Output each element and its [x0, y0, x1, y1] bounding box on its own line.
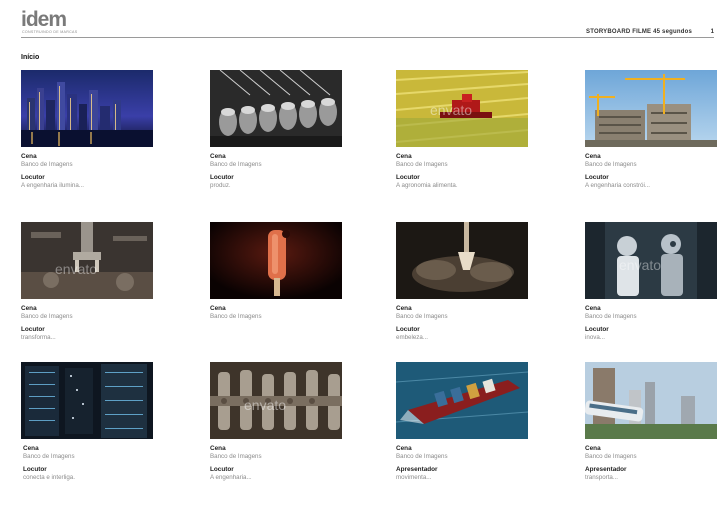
voice-text: embeleza...: [396, 334, 428, 341]
scene-label: Cena: [21, 153, 37, 160]
scene-value: Banco de Imagens: [210, 453, 262, 460]
voice-label: Locutor: [210, 466, 234, 473]
voice-label: Locutor: [396, 326, 420, 333]
scene-label: Cena: [23, 445, 39, 452]
voice-text: A engenharia constrói...: [585, 182, 651, 189]
construction-site-image: [585, 70, 717, 147]
scene-value: Banco de Imagens: [396, 453, 448, 460]
city-skyline-image: [21, 70, 153, 147]
scene-label: Cena: [210, 445, 226, 452]
voice-text: inova...: [585, 334, 605, 341]
scene-value: Banco de Imagens: [23, 453, 75, 460]
voice-label: Locutor: [396, 174, 420, 181]
logo-tagline: CONSTRUINDO DE MARCAS: [22, 30, 78, 34]
lab-robots-image: envato: [585, 222, 717, 299]
voice-label: Apresentador: [585, 466, 627, 473]
voice-label: Locutor: [585, 174, 609, 181]
voice-label: Locutor: [585, 326, 609, 333]
voice-text: A agronomia alimenta.: [396, 182, 458, 189]
voice-text: transporta...: [585, 474, 619, 481]
voice-text: produz.: [210, 182, 231, 189]
monorail-city-image: [585, 362, 717, 439]
cargo-ship-image: [396, 362, 528, 439]
voice-text: conecta e interliga.: [23, 474, 75, 481]
scene-label: Cena: [585, 153, 601, 160]
scene-label: Cena: [585, 305, 601, 312]
ice-cream-image: [210, 222, 342, 299]
scene-value: Banco de Imagens: [21, 161, 73, 168]
scene-label: Cena: [396, 305, 412, 312]
scene-value: Banco de Imagens: [396, 161, 448, 168]
scene-value: Banco de Imagens: [210, 313, 262, 320]
robotic-arm-image: envato: [21, 222, 153, 299]
voice-label: Locutor: [23, 466, 47, 473]
voice-label: Locutor: [21, 326, 45, 333]
scene-label: Cena: [210, 153, 226, 160]
voice-text: movimenta...: [396, 474, 432, 481]
voice-text: A engenharia ilumina...: [21, 182, 84, 189]
scene-label: Cena: [21, 305, 37, 312]
cans-production-image: [210, 70, 342, 147]
scene-label: Cena: [210, 305, 226, 312]
scene-value: Banco de Imagens: [21, 313, 73, 320]
page-header: idem CONSTRUINDO DE MARCAS STORYBOARD FI…: [21, 8, 714, 38]
idem-logo: idem: [21, 8, 67, 31]
scene-value: Banco de Imagens: [210, 161, 262, 168]
voice-label: Locutor: [21, 174, 45, 181]
voice-text: A engenharia...: [210, 474, 252, 481]
document-title: STORYBOARD FILME 45 segundos: [586, 29, 692, 35]
scene-value: Banco de Imagens: [585, 313, 637, 320]
server-room-image: [21, 362, 153, 439]
engine-gears-image: envato: [210, 362, 342, 439]
harvester-field-image: envato: [396, 70, 528, 147]
voice-label: Apresentador: [396, 466, 438, 473]
scene-value: Banco de Imagens: [585, 161, 637, 168]
makeup-brush-image: [396, 222, 528, 299]
page-number: 1: [710, 29, 714, 35]
section-title: Início: [21, 54, 40, 61]
scene-label: Cena: [396, 153, 412, 160]
scene-value: Banco de Imagens: [396, 313, 448, 320]
scene-label: Cena: [396, 445, 412, 452]
scene-label: Cena: [585, 445, 601, 452]
voice-text: transforma...: [21, 334, 56, 341]
scene-value: Banco de Imagens: [585, 453, 637, 460]
voice-label: Locutor: [210, 174, 234, 181]
